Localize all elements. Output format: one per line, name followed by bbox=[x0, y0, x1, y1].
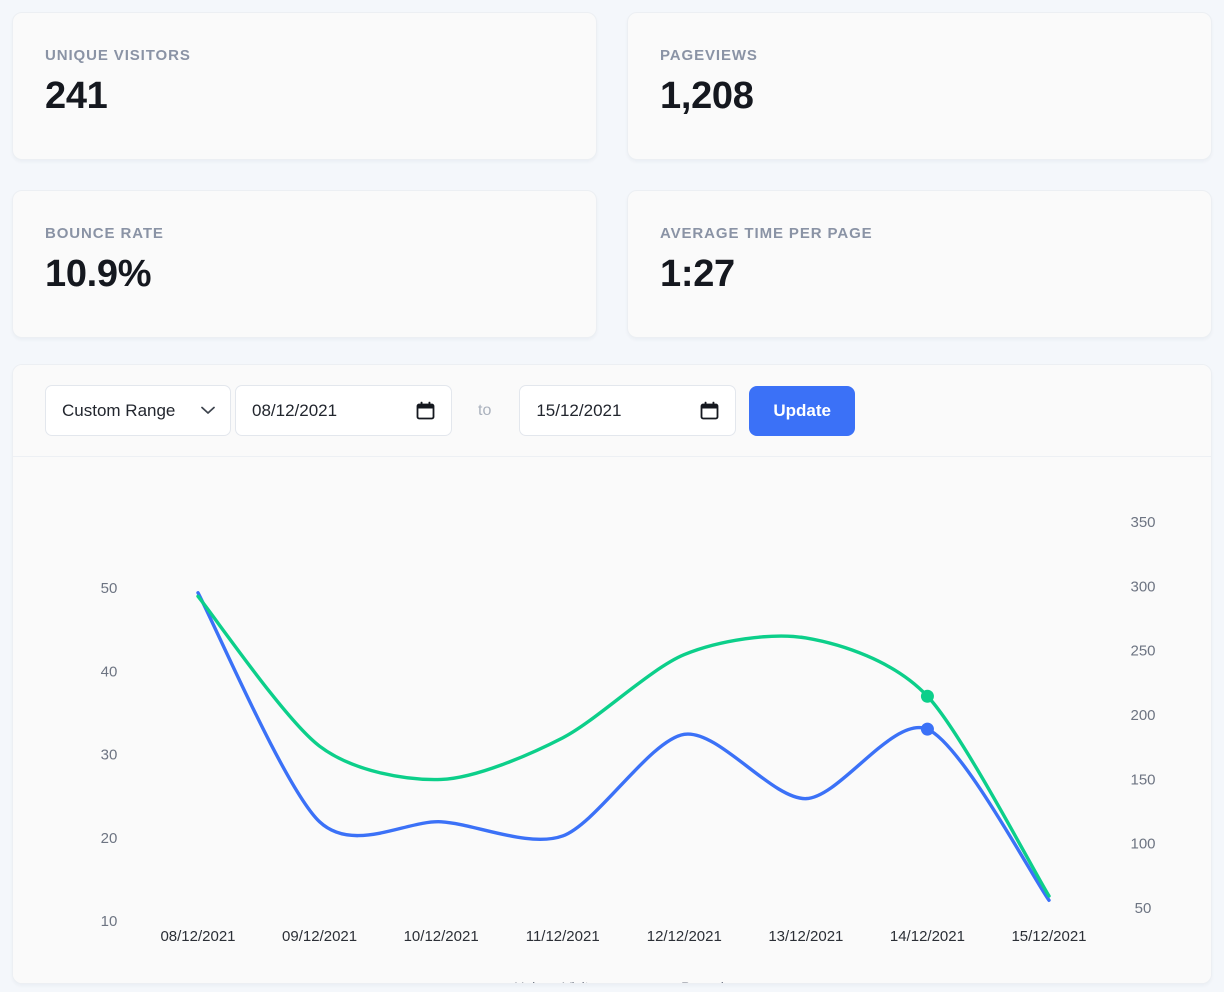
legend-item-unique-visitors[interactable]: Unique Visitors bbox=[475, 979, 608, 983]
x-axis-tick-label: 13/12/2021 bbox=[768, 928, 843, 945]
start-date-field[interactable]: 08/12/2021 bbox=[235, 385, 452, 436]
chart-area[interactable]: 10 20 30 40 50 50 100 150 200 250 300 350 08/12/20… bbox=[13, 457, 1212, 984]
calendar-icon[interactable] bbox=[700, 401, 719, 420]
left-axis-tick-label: 30 bbox=[101, 747, 118, 764]
stat-value: 241 bbox=[45, 75, 108, 117]
stat-label: BOUNCE RATE bbox=[45, 225, 164, 242]
stat-card-pageviews: PAGEVIEWS 1,208 bbox=[627, 12, 1212, 160]
date-range-group: 08/12/2021 to 15/12/2021 bbox=[233, 385, 737, 436]
highlight-markers bbox=[920, 689, 934, 736]
stat-label: UNIQUE VISITORS bbox=[45, 47, 191, 64]
legend-label: Unique Visitors bbox=[514, 979, 608, 983]
stat-label: AVERAGE TIME PER PAGE bbox=[660, 225, 873, 242]
right-axis-tick-label: 200 bbox=[1130, 707, 1155, 724]
left-axis-tick-label: 40 bbox=[101, 663, 118, 680]
x-axis-tick-label: 11/12/2021 bbox=[526, 928, 600, 945]
range-preset-select[interactable]: Custom Range bbox=[45, 385, 231, 436]
stats-grid: UNIQUE VISITORS 241 PAGEVIEWS 1,208 BOUN… bbox=[12, 12, 1212, 338]
right-axis-tick-label: 150 bbox=[1130, 771, 1155, 788]
left-axis-tick-label: 20 bbox=[101, 830, 118, 847]
stat-value: 1:27 bbox=[660, 253, 735, 295]
chart-legend: Unique Visitors Pageviews bbox=[13, 979, 1211, 983]
right-axis-ticks: 50 100 150 200 250 300 350 bbox=[1130, 514, 1155, 917]
date-range-separator: to bbox=[478, 401, 492, 419]
left-axis-tick-label: 10 bbox=[101, 913, 118, 930]
x-axis-tick-label: 12/12/2021 bbox=[647, 928, 722, 945]
legend-label: Pageviews bbox=[681, 979, 749, 983]
series-line-pageviews bbox=[196, 591, 1051, 902]
legend-item-pageviews[interactable]: Pageviews bbox=[642, 979, 749, 983]
x-axis-tick-label: 09/12/2021 bbox=[282, 928, 357, 945]
stat-value: 1,208 bbox=[660, 75, 754, 117]
right-axis-tick-label: 350 bbox=[1130, 514, 1155, 531]
right-axis-tick-label: 100 bbox=[1130, 836, 1155, 853]
x-axis-tick-label: 10/12/2021 bbox=[404, 928, 479, 945]
analytics-dashboard: UNIQUE VISITORS 241 PAGEVIEWS 1,208 BOUN… bbox=[0, 0, 1224, 992]
marker-unique-visitors[interactable] bbox=[920, 689, 934, 703]
x-axis-ticks: 08/12/2021 09/12/2021 10/12/2021 11/12/2021… bbox=[160, 928, 1086, 945]
stat-card-unique-visitors: UNIQUE VISITORS 241 bbox=[12, 12, 597, 160]
series-line-unique-visitors bbox=[196, 594, 1051, 898]
range-select-wrapper: Custom Range bbox=[45, 385, 231, 436]
right-axis-tick-label: 250 bbox=[1130, 643, 1155, 660]
stat-card-bounce-rate: BOUNCE RATE 10.9% bbox=[12, 190, 597, 338]
right-axis-tick-label: 50 bbox=[1135, 900, 1152, 917]
right-axis-tick-label: 300 bbox=[1130, 578, 1155, 595]
update-button[interactable]: Update bbox=[749, 385, 855, 436]
end-date-field[interactable]: 15/12/2021 bbox=[519, 385, 737, 436]
left-axis-tick-label: 50 bbox=[101, 580, 118, 597]
start-date-value: 08/12/2021 bbox=[252, 400, 338, 420]
analytics-line-chart[interactable]: 10 20 30 40 50 50 100 150 200 250 300 350 08/12/20… bbox=[13, 457, 1212, 984]
left-axis-ticks: 10 20 30 40 50 bbox=[101, 580, 118, 930]
x-axis-tick-label: 14/12/2021 bbox=[890, 928, 965, 945]
x-axis-tick-label: 15/12/2021 bbox=[1011, 928, 1086, 945]
stat-value: 10.9% bbox=[45, 253, 152, 295]
stat-card-average-time-per-page: AVERAGE TIME PER PAGE 1:27 bbox=[627, 190, 1212, 338]
marker-pageviews[interactable] bbox=[920, 722, 934, 736]
x-axis-tick-label: 08/12/2021 bbox=[160, 928, 235, 945]
calendar-icon[interactable] bbox=[416, 401, 435, 420]
date-range-toolbar: Custom Range 08/12/2021 to 15/12/2021 Up… bbox=[13, 365, 1211, 457]
end-date-value: 15/12/2021 bbox=[536, 400, 622, 420]
stat-label: PAGEVIEWS bbox=[660, 47, 758, 64]
chart-panel: Custom Range 08/12/2021 to 15/12/2021 Up… bbox=[12, 364, 1212, 984]
